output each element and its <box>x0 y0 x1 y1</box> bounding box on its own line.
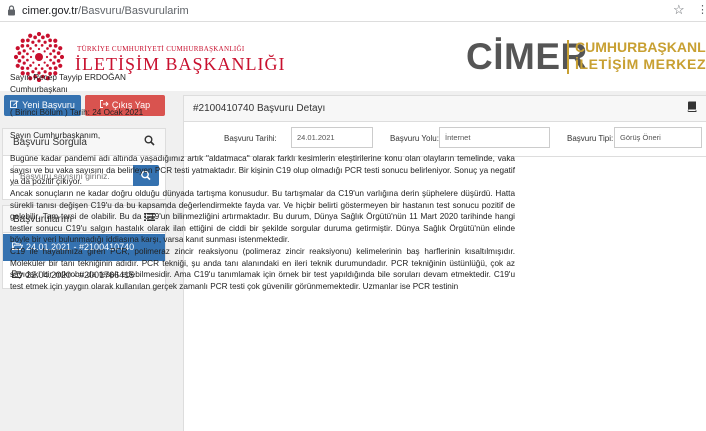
bookmark-star-icon[interactable]: ☆ <box>673 2 685 18</box>
book-icon[interactable] <box>687 101 697 114</box>
part-date-line: ( Birinci Bölüm ) Tarih: 24 Ocak 2021 <box>10 107 144 117</box>
institution-subtitle: TÜRKİYE CUMHURİYETİ CUMHURBAŞKANLIĞI <box>77 45 245 53</box>
application-type-field: Görüş Öneri <box>614 127 702 148</box>
paragraph-2: Ancak sonuçların ne kadar doğru olduğu d… <box>10 188 515 245</box>
application-body: Sayın Recep Tayyip ERDOĞAN Cumhurbaşkanı… <box>10 72 515 292</box>
recipient-name: Sayın Recep Tayyip ERDOĞAN <box>10 73 126 82</box>
salutation: Sayın Cumhurbaşkanım, <box>10 130 101 140</box>
logo-divider <box>567 40 569 74</box>
application-type-label: Başvuru Tipi: <box>567 134 614 143</box>
paragraph-1: Bugüne kadar pandemi adı altında yaşadığ… <box>10 154 515 187</box>
paragraph-3: C19 ile hayatımıza giren PCR, polimeraz … <box>10 246 515 291</box>
lock-icon <box>8 5 15 16</box>
cimer-subtitle-1: CUMHURBAŞKANLIĞI <box>575 39 706 55</box>
cimer-subtitle-2: İLETİŞİM MERKEZİ <box>575 56 706 72</box>
recipient-title: Cumhurbaşkanı <box>10 84 68 94</box>
address-bar[interactable]: cimer.gov.tr/Basvuru/Basvurularim ☆ ⋮ <box>0 0 706 22</box>
url-text[interactable]: cimer.gov.tr/Basvuru/Basvurularim <box>22 4 189 18</box>
more-menu-icon[interactable]: ⋮ <box>697 3 706 17</box>
